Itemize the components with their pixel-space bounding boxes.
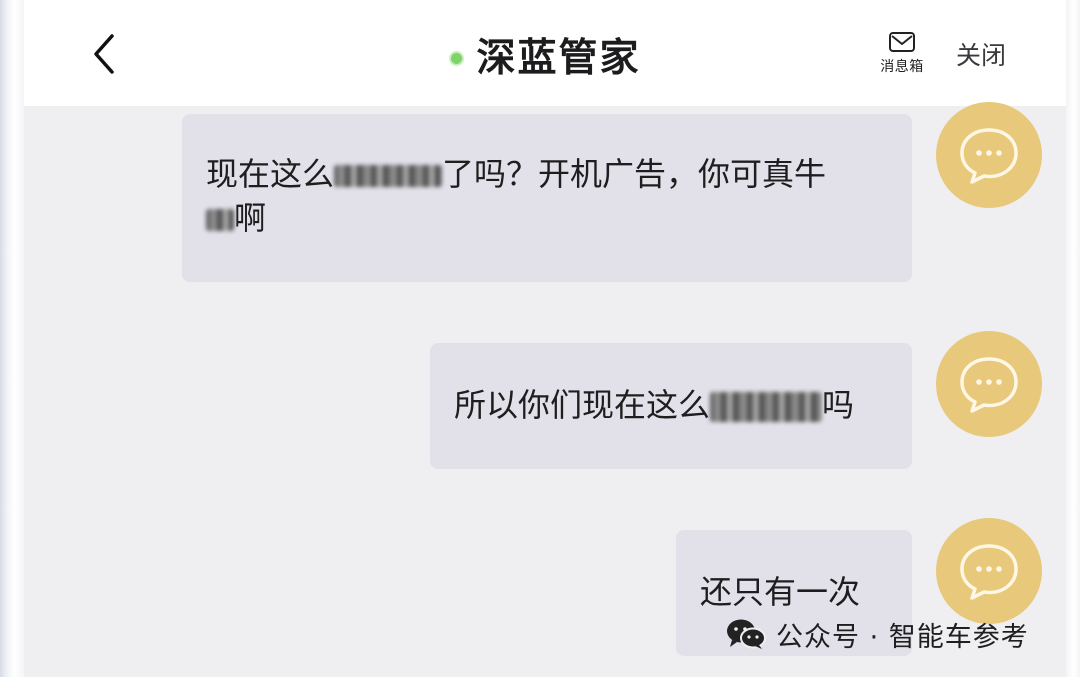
watermark-text: 公众号 · 智能车参考 <box>776 621 1029 653</box>
avatar <box>936 331 1042 437</box>
message-text: 还只有一次 <box>700 573 861 611</box>
chat-header: 深蓝管家 消息箱 关闭 <box>24 0 1066 106</box>
message-line: 啊 <box>206 196 896 240</box>
redacted-text <box>334 165 443 187</box>
message-text: 现在这么 <box>206 155 335 193</box>
chat-screen: 深蓝管家 消息箱 关闭 现在这么 了吗？开机广告，你可真牛 啊 所以你们现在这么… <box>0 0 1080 677</box>
message-text: 吗 <box>822 386 855 424</box>
chat-bubble-icon <box>960 128 1018 184</box>
envelope-icon <box>889 32 915 52</box>
wechat-icon <box>727 619 766 649</box>
avatar <box>936 518 1042 624</box>
online-status-dot <box>449 50 465 66</box>
message-bubble: 所以你们现在这么 吗 <box>430 343 912 469</box>
inbox-label: 消息箱 <box>880 59 924 75</box>
right-edge <box>1066 0 1080 677</box>
redacted-text <box>710 392 823 422</box>
inbox-button[interactable]: 消息箱 <box>872 30 932 82</box>
redacted-text <box>206 209 234 231</box>
message-line: 现在这么 了吗？开机广告，你可真牛 <box>206 152 896 196</box>
message-bubble: 现在这么 了吗？开机广告，你可真牛 啊 <box>182 114 912 282</box>
message-text: 了吗？开机广告，你可真牛 <box>442 155 827 193</box>
message-text: 啊 <box>234 199 267 237</box>
chat-bubble-icon <box>960 544 1018 600</box>
chat-bubble-icon <box>960 357 1018 413</box>
page-title: 深蓝管家 <box>476 36 641 81</box>
message-line: 所以你们现在这么 吗 <box>454 383 904 427</box>
left-edge <box>0 0 24 677</box>
watermark: 公众号 · 智能车参考 <box>726 614 1029 654</box>
close-button[interactable]: 关闭 <box>956 36 1006 72</box>
avatar <box>936 102 1042 208</box>
message-text: 所以你们现在这么 <box>454 386 711 424</box>
